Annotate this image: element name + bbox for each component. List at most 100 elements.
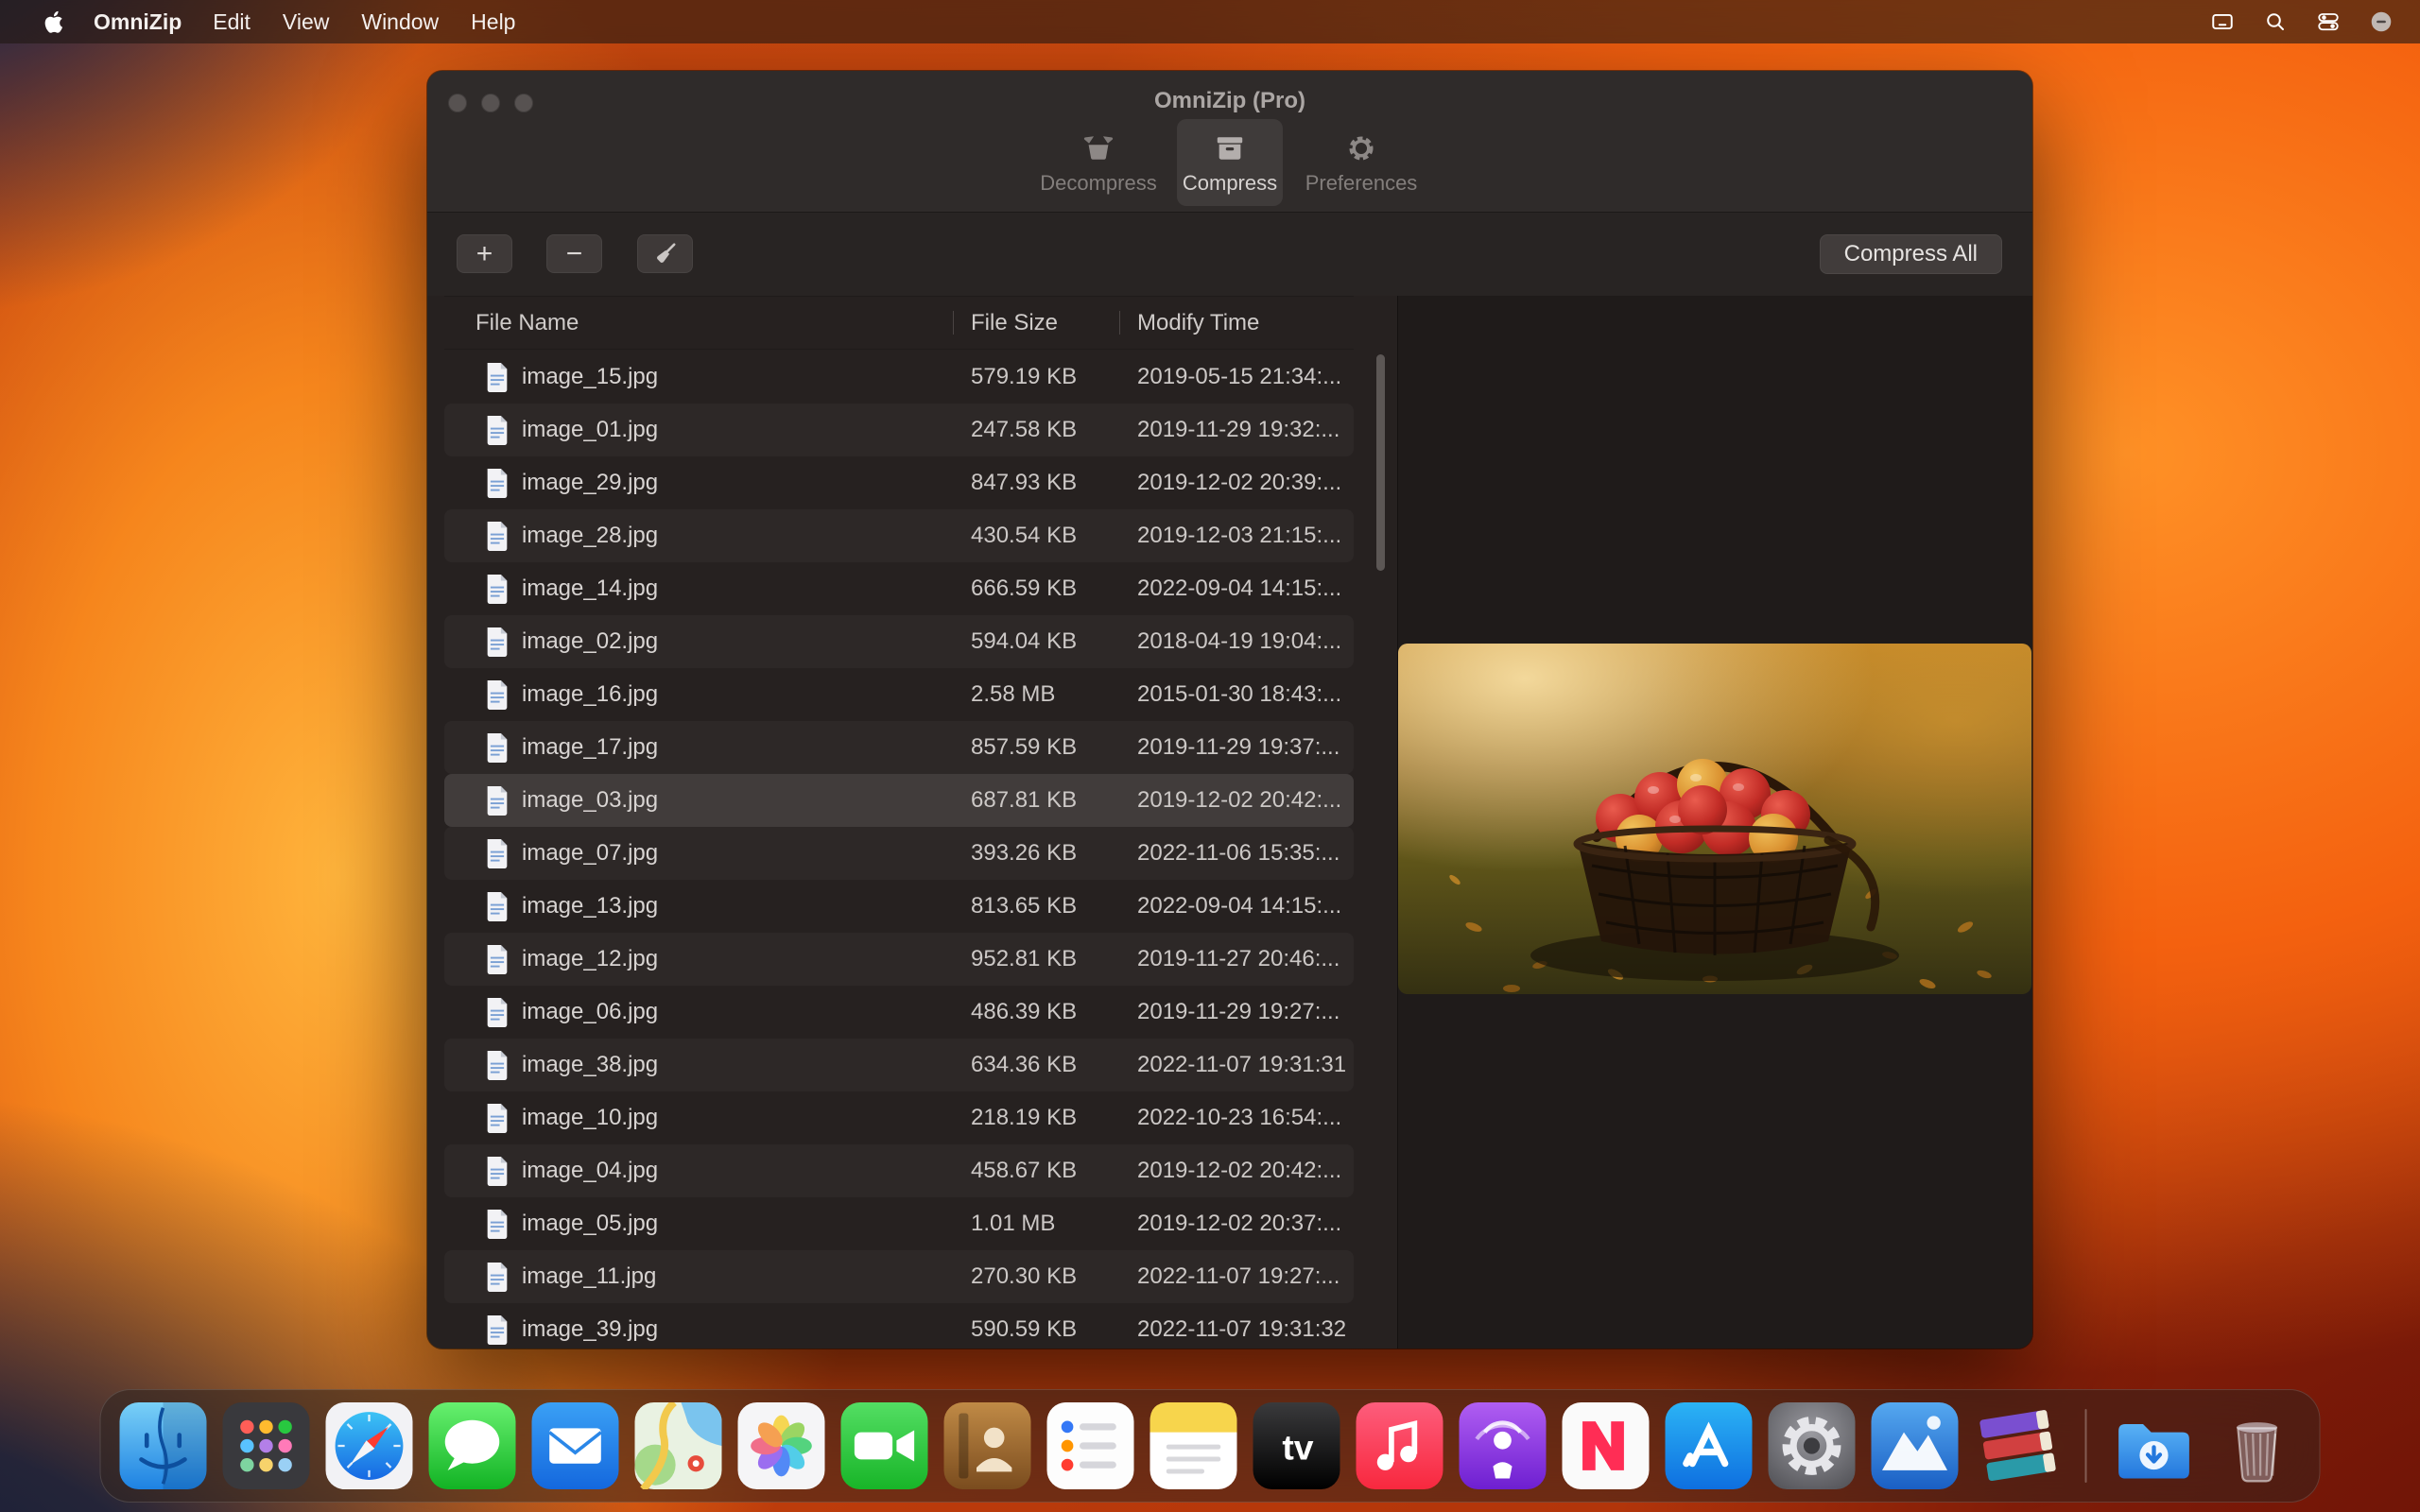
file-size-label: 579.19 KB	[953, 364, 1119, 390]
file-size-label: 847.93 KB	[953, 470, 1119, 496]
file-name-label: image_13.jpg	[522, 893, 658, 919]
file-time-label: 2019-05-15 21:34:...	[1119, 364, 1354, 390]
search-icon[interactable]	[2263, 9, 2288, 34]
add-file-button[interactable]: +	[457, 234, 512, 273]
table-row[interactable]: image_01.jpg 247.58 KB 2019-11-29 19:32:…	[444, 404, 1354, 456]
table-row[interactable]: image_11.jpg 270.30 KB 2022-11-07 19:27:…	[444, 1250, 1354, 1303]
menu-item-help[interactable]: Help	[455, 9, 531, 35]
dock-item-app-store[interactable]	[1666, 1402, 1753, 1489]
menu-item-view[interactable]: View	[267, 9, 345, 35]
file-size-label: 430.54 KB	[953, 523, 1119, 549]
file-size-label: 2.58 MB	[953, 681, 1119, 708]
table-row[interactable]: image_39.jpg 590.59 KB 2022-11-07 19:31:…	[444, 1303, 1354, 1349]
file-size-label: 590.59 KB	[953, 1316, 1119, 1343]
window-titlebar[interactable]: OmniZip (Pro) Decompress Compress Prefer…	[427, 71, 2032, 213]
file-size-label: 594.04 KB	[953, 628, 1119, 655]
control-center-icon[interactable]	[2316, 9, 2341, 34]
decompress-icon	[1082, 130, 1115, 164]
remove-file-button[interactable]: −	[546, 234, 602, 273]
table-row[interactable]: image_06.jpg 486.39 KB 2019-11-29 19:27:…	[444, 986, 1354, 1039]
column-modify-time[interactable]: Modify Time	[1119, 297, 1354, 349]
dock-item-launchpad[interactable]	[223, 1402, 310, 1489]
file-time-label: 2019-11-29 19:27:...	[1119, 999, 1354, 1025]
table-row[interactable]: image_12.jpg 952.81 KB 2019-11-27 20:46:…	[444, 933, 1354, 986]
clear-list-button[interactable]	[637, 234, 693, 273]
dock-item-tv[interactable]: tv	[1253, 1402, 1340, 1489]
file-time-label: 2022-11-06 15:35:...	[1119, 840, 1354, 867]
dock-item-facetime[interactable]	[841, 1402, 928, 1489]
user-switch-icon[interactable]	[2369, 9, 2394, 34]
dock-item-podcasts[interactable]	[1460, 1402, 1547, 1489]
column-file-size[interactable]: File Size	[953, 297, 1119, 349]
menu-item-edit[interactable]: Edit	[197, 9, 267, 35]
file-icon	[485, 892, 510, 921]
compress-all-button[interactable]: Compress All	[1820, 234, 2002, 274]
dock-item-omnizip-books[interactable]	[1975, 1402, 2062, 1489]
dock-item-mail[interactable]	[532, 1402, 619, 1489]
file-icon	[485, 363, 510, 392]
table-row[interactable]: image_13.jpg 813.65 KB 2022-09-04 14:15:…	[444, 880, 1354, 933]
table-row[interactable]: image_02.jpg 594.04 KB 2018-04-19 19:04:…	[444, 615, 1354, 668]
file-time-label: 2015-01-30 18:43:...	[1119, 681, 1354, 708]
table-row[interactable]: image_29.jpg 847.93 KB 2019-12-02 20:39:…	[444, 456, 1354, 509]
tab-preferences-label: Preferences	[1305, 171, 1418, 196]
table-row[interactable]: image_14.jpg 666.59 KB 2022-09-04 14:15:…	[444, 562, 1354, 615]
dock-item-contacts[interactable]	[944, 1402, 1031, 1489]
table-row[interactable]: image_17.jpg 857.59 KB 2019-11-29 19:37:…	[444, 721, 1354, 774]
file-icon	[485, 945, 510, 974]
table-row[interactable]: image_07.jpg 393.26 KB 2022-11-06 15:35:…	[444, 827, 1354, 880]
dock-item-safari[interactable]	[326, 1402, 413, 1489]
file-icon	[485, 522, 510, 551]
display-icon[interactable]	[2210, 9, 2235, 34]
dock-item-music[interactable]	[1357, 1402, 1443, 1489]
tab-compress[interactable]: Compress	[1177, 119, 1283, 206]
apple-menu[interactable]	[28, 10, 78, 34]
dock-item-trash[interactable]	[2214, 1402, 2301, 1489]
file-name-label: image_07.jpg	[522, 840, 658, 867]
dock-item-maps[interactable]	[635, 1402, 722, 1489]
table-row[interactable]: image_05.jpg 1.01 MB 2019-12-02 20:37:..…	[444, 1197, 1354, 1250]
menu-item-window[interactable]: Window	[345, 9, 455, 35]
dock-item-downloads[interactable]	[2111, 1402, 2198, 1489]
file-size-label: 666.59 KB	[953, 576, 1119, 602]
dock-item-messages[interactable]	[429, 1402, 516, 1489]
file-time-label: 2019-12-02 20:42:...	[1119, 1158, 1354, 1184]
file-size-label: 458.67 KB	[953, 1158, 1119, 1184]
file-name-label: image_03.jpg	[522, 787, 658, 814]
dock-item-photos[interactable]	[738, 1402, 825, 1489]
menu-app-name[interactable]: OmniZip	[78, 9, 197, 35]
dock-item-notes[interactable]	[1150, 1402, 1237, 1489]
file-table: File Name File Size Modify Time image_15…	[444, 296, 1354, 1349]
table-row[interactable]: image_16.jpg 2.58 MB 2015-01-30 18:43:..…	[444, 668, 1354, 721]
preview-panel	[1397, 296, 2032, 1349]
file-name-label: image_11.jpg	[522, 1263, 656, 1290]
menu-left: OmniZip Edit View Window Help	[0, 9, 531, 35]
tab-preferences[interactable]: Preferences	[1290, 119, 1432, 206]
file-icon	[485, 416, 510, 445]
window-title: OmniZip (Pro)	[427, 88, 2032, 114]
table-row[interactable]: image_04.jpg 458.67 KB 2019-12-02 20:42:…	[444, 1144, 1354, 1197]
menu-bar: OmniZip Edit View Window Help	[0, 0, 2420, 43]
compress-icon	[1214, 130, 1246, 164]
dock-item-finder[interactable]	[120, 1402, 207, 1489]
table-row[interactable]: image_38.jpg 634.36 KB 2022-11-07 19:31:…	[444, 1039, 1354, 1091]
table-row[interactable]: image_28.jpg 430.54 KB 2019-12-03 21:15:…	[444, 509, 1354, 562]
file-name-label: image_05.jpg	[522, 1211, 658, 1237]
file-icon	[485, 627, 510, 657]
column-file-name[interactable]: File Name	[444, 297, 953, 349]
table-row[interactable]: image_03.jpg 687.81 KB 2019-12-02 20:42:…	[444, 774, 1354, 827]
file-size-label: 247.58 KB	[953, 417, 1119, 443]
vertical-scrollbar[interactable]	[1376, 354, 1385, 571]
dock-item-system-settings[interactable]	[1769, 1402, 1856, 1489]
broom-icon	[653, 242, 678, 266]
table-row[interactable]: image_10.jpg 218.19 KB 2022-10-23 16:54:…	[444, 1091, 1354, 1144]
file-icon	[485, 1051, 510, 1080]
dock-item-news[interactable]	[1563, 1402, 1650, 1489]
tab-decompress[interactable]: Decompress	[1028, 119, 1169, 206]
file-icon	[485, 1210, 510, 1239]
file-time-label: 2022-11-07 19:27:...	[1119, 1263, 1354, 1290]
dock-item-mountain-app[interactable]	[1872, 1402, 1959, 1489]
dock-item-reminders[interactable]	[1047, 1402, 1134, 1489]
table-row[interactable]: image_15.jpg 579.19 KB 2019-05-15 21:34:…	[444, 351, 1354, 404]
file-name-label: image_28.jpg	[522, 523, 658, 549]
